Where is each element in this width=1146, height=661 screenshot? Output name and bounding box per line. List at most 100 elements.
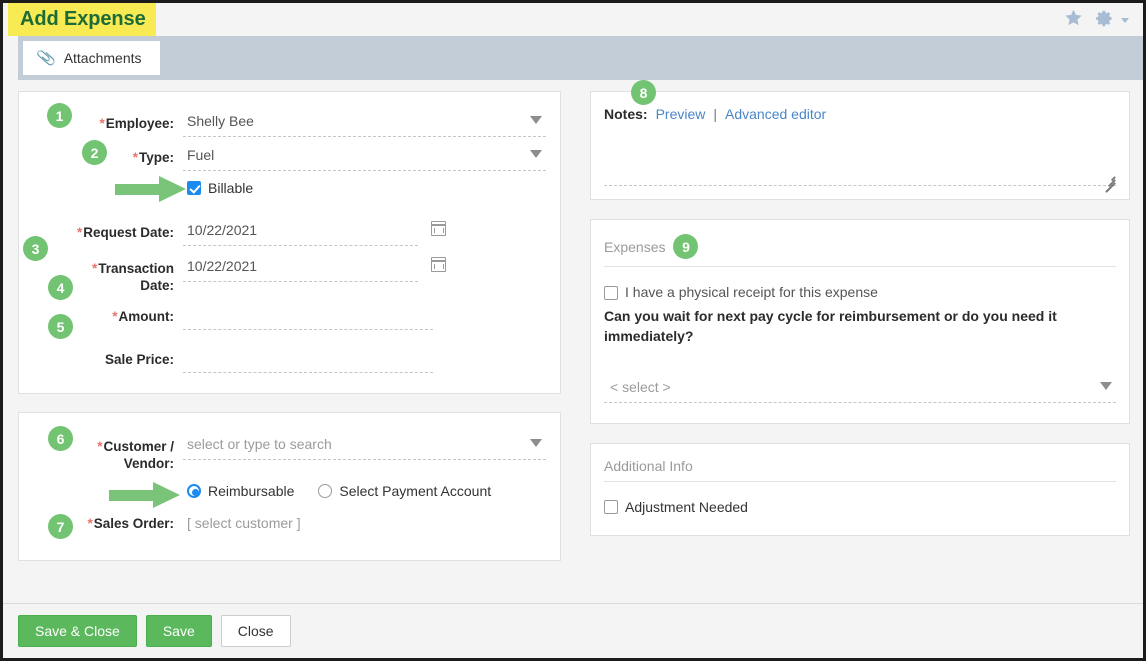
star-icon[interactable] bbox=[1063, 8, 1084, 28]
type-select[interactable]: Fuel bbox=[183, 144, 546, 171]
calendar-icon[interactable] bbox=[431, 221, 446, 236]
field-amount-control bbox=[183, 303, 546, 330]
request-date-input[interactable]: 10/22/2021 bbox=[183, 219, 418, 246]
amount-value bbox=[183, 303, 433, 329]
expenses-section-title: Expenses bbox=[604, 238, 666, 255]
field-employee-control: Shelly Bee bbox=[183, 110, 546, 137]
callout-badge-2: 2 bbox=[82, 140, 107, 165]
adjustment-checkbox-row[interactable]: Adjustment Needed bbox=[604, 499, 1116, 515]
reimbursement-question: Can you wait for next pay cycle for reim… bbox=[604, 308, 1057, 344]
additional-info-section-title: Additional Info bbox=[604, 458, 693, 474]
page-title-highlight: Add Expense bbox=[8, 3, 156, 36]
type-value: Fuel bbox=[187, 147, 215, 163]
radio-reimbursable[interactable]: Reimbursable bbox=[187, 483, 294, 499]
field-type-label: *Type: bbox=[132, 150, 174, 165]
save-button[interactable]: Save bbox=[145, 615, 212, 647]
adjustment-checkbox[interactable] bbox=[604, 500, 618, 514]
tab-attachments-label: Attachments bbox=[63, 50, 142, 66]
field-sales-order-control: [ select customer ] bbox=[183, 512, 546, 538]
field-transaction-date: *Transaction Date: 10/22/2021 bbox=[33, 255, 546, 294]
reimbursement-answer-value: < select > bbox=[610, 379, 671, 395]
field-sale-price-control bbox=[183, 346, 546, 373]
required-marker: * bbox=[76, 225, 83, 240]
paperclip-icon: 📎 bbox=[35, 48, 57, 69]
chevron-down-icon[interactable] bbox=[1121, 17, 1129, 23]
field-sale-price-label: Sale Price: bbox=[104, 352, 174, 367]
save-and-close-button[interactable]: Save & Close bbox=[18, 615, 137, 647]
additional-info-section-header: Additional Info bbox=[604, 458, 1116, 482]
callout-badge-4: 4 bbox=[48, 275, 73, 300]
request-date-value: 10/22/2021 bbox=[187, 222, 258, 238]
employee-value: Shelly Bee bbox=[187, 113, 254, 129]
chevron-down-icon[interactable] bbox=[1100, 382, 1112, 390]
tab-attachments[interactable]: 📎 Attachments bbox=[23, 41, 160, 75]
page-title: Add Expense bbox=[20, 8, 146, 30]
field-request-date-control: 10/22/2021 bbox=[183, 219, 546, 246]
annotation-arrow-billable bbox=[115, 176, 189, 202]
required-marker: * bbox=[99, 116, 105, 131]
notes-label: Notes: bbox=[604, 106, 648, 122]
callout-badge-8: 8 bbox=[631, 80, 656, 105]
notes-card: 8 Notes: Preview | Advanced editor bbox=[590, 80, 1130, 200]
chevron-down-icon[interactable] bbox=[530, 150, 542, 158]
notes-link-separator: | bbox=[713, 106, 717, 122]
chevron-down-icon[interactable] bbox=[530, 116, 542, 124]
field-employee: *Employee: Shelly Bee bbox=[33, 110, 546, 137]
field-sale-price: Sale Price: bbox=[33, 346, 546, 373]
billable-checkbox[interactable] bbox=[187, 181, 201, 195]
employee-select[interactable]: Shelly Bee bbox=[183, 110, 546, 137]
tab-strip: 📎 Attachments bbox=[18, 36, 1143, 80]
customer-vendor-select[interactable]: select or type to search bbox=[183, 433, 546, 460]
radio-select-payment-account-input[interactable] bbox=[318, 484, 333, 498]
sale-price-value bbox=[183, 346, 433, 372]
left-column: 1 *Employee: Shelly Bee 2 *Type: Fuel Bi… bbox=[18, 91, 561, 561]
notes-preview-link[interactable]: Preview bbox=[656, 106, 706, 122]
field-transaction-date-control: 10/22/2021 bbox=[183, 255, 546, 282]
field-billable: Billable bbox=[33, 177, 546, 199]
notes-textarea[interactable] bbox=[604, 128, 1116, 193]
receipt-checkbox-label: I have a physical receipt for this expen… bbox=[625, 284, 878, 300]
transaction-date-input[interactable]: 10/22/2021 bbox=[183, 255, 418, 282]
close-button[interactable]: Close bbox=[220, 615, 291, 647]
field-sales-order: *Sales Order: [ select customer ] bbox=[33, 512, 546, 538]
required-marker: * bbox=[87, 516, 93, 531]
receipt-checkbox[interactable] bbox=[604, 286, 618, 300]
field-billable-control: Billable bbox=[183, 177, 546, 199]
field-payment-mode-control: Reimbursable Select Payment Account bbox=[183, 480, 546, 502]
customer-vendor-placeholder: select or type to search bbox=[187, 436, 332, 452]
gear-icon[interactable] bbox=[1095, 9, 1114, 28]
field-request-date-label: *Request Date: bbox=[76, 225, 174, 240]
chevron-down-icon[interactable] bbox=[530, 439, 542, 447]
calendar-icon[interactable] bbox=[431, 257, 446, 272]
radio-select-payment-account[interactable]: Select Payment Account bbox=[318, 483, 491, 499]
radio-reimbursable-input[interactable] bbox=[187, 484, 201, 498]
amount-input[interactable] bbox=[183, 303, 433, 330]
receipt-checkbox-row[interactable]: I have a physical receipt for this expen… bbox=[604, 284, 1116, 300]
radio-reimbursable-label: Reimbursable bbox=[208, 483, 295, 499]
field-customer-vendor-control: select or type to search bbox=[183, 433, 546, 460]
adjustment-checkbox-label: Adjustment Needed bbox=[625, 499, 748, 515]
required-marker: * bbox=[112, 309, 118, 324]
footer-actions: Save & Close Save Close bbox=[3, 603, 1143, 658]
field-request-date: *Request Date: 10/22/2021 bbox=[33, 219, 546, 246]
sales-order-value[interactable]: [ select customer ] bbox=[183, 512, 546, 538]
transaction-date-value: 10/22/2021 bbox=[187, 258, 258, 274]
callout-badge-9: 9 bbox=[673, 234, 699, 259]
sale-price-input[interactable] bbox=[183, 346, 433, 373]
form-content: 1 *Employee: Shelly Bee 2 *Type: Fuel Bi… bbox=[3, 80, 1143, 605]
billable-checkbox-row[interactable]: Billable bbox=[183, 177, 546, 199]
field-type: *Type: Fuel bbox=[33, 144, 546, 171]
resize-handle-icon[interactable] bbox=[1102, 171, 1116, 193]
expense-details-card: 1 *Employee: Shelly Bee 2 *Type: Fuel Bi… bbox=[18, 91, 561, 394]
radio-select-payment-account-label: Select Payment Account bbox=[339, 483, 492, 499]
required-marker: * bbox=[97, 439, 103, 454]
reimbursement-answer-select[interactable]: < select > bbox=[604, 376, 1116, 403]
right-column: 8 Notes: Preview | Advanced editor Expen… bbox=[590, 80, 1130, 536]
notes-advanced-editor-link[interactable]: Advanced editor bbox=[725, 106, 826, 122]
field-customer-vendor: *Customer / Vendor: select or type to se… bbox=[33, 433, 546, 472]
titlebar-actions bbox=[1063, 8, 1129, 28]
annotation-arrow-reimbursable bbox=[109, 482, 183, 508]
callout-badge-1: 1 bbox=[47, 103, 72, 128]
callout-badge-5: 5 bbox=[48, 314, 73, 339]
callout-badge-6: 6 bbox=[48, 426, 73, 451]
